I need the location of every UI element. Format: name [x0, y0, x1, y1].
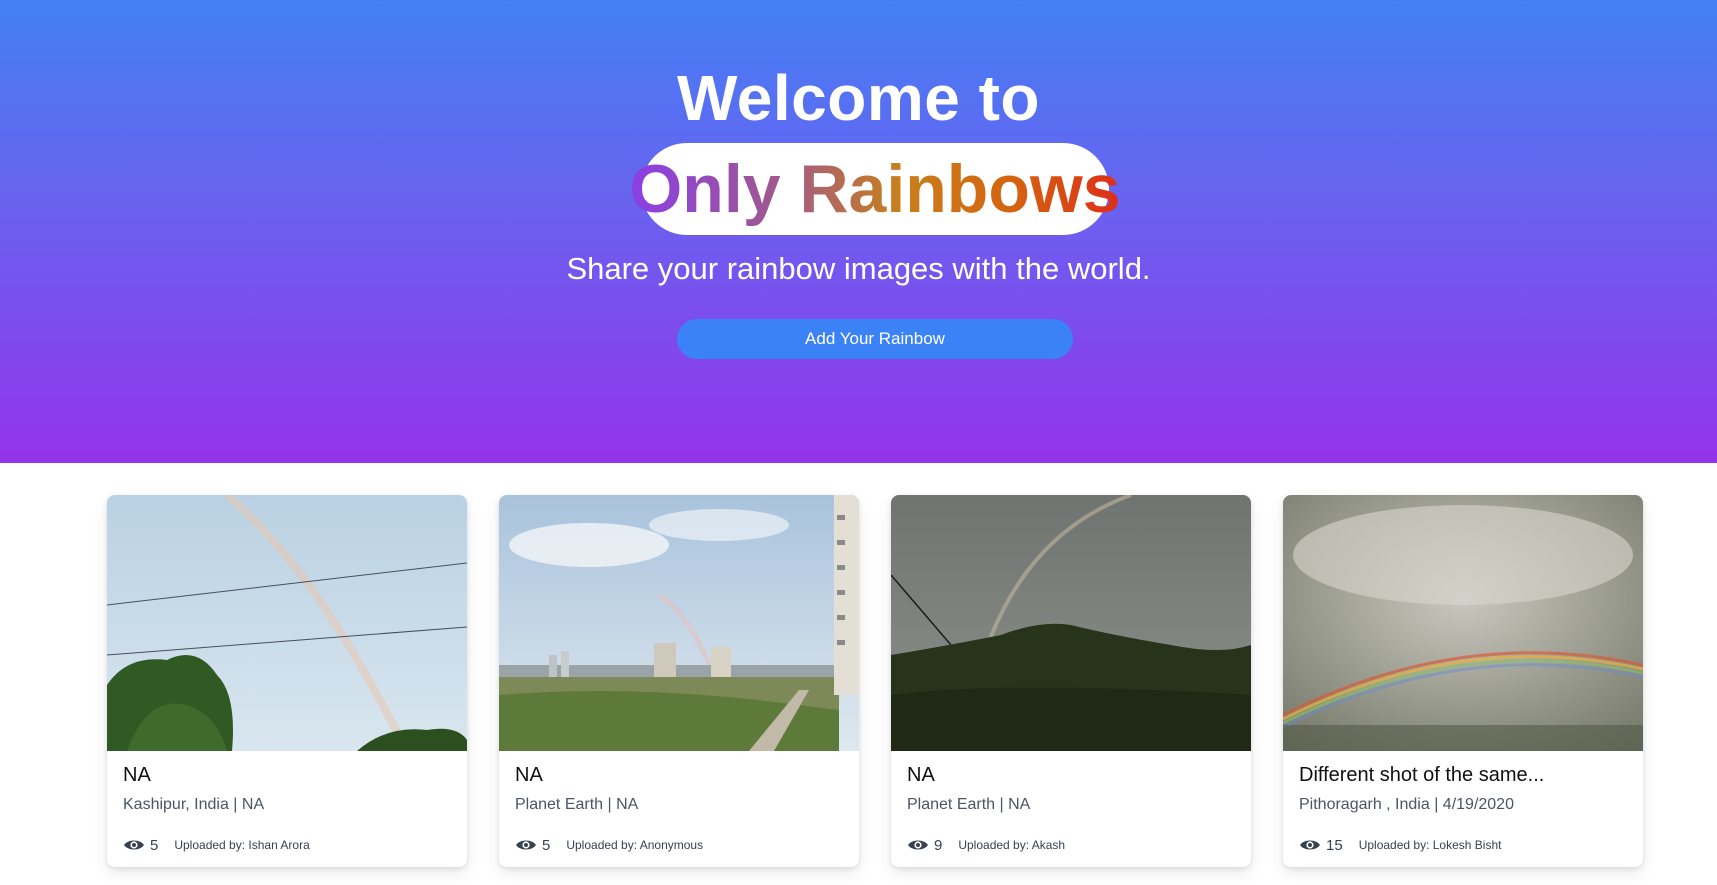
card-location-date: Kashipur, India | NA: [123, 796, 265, 813]
card-title: Different shot of the same...: [1299, 764, 1545, 786]
rainbow-photo[interactable]: [499, 495, 859, 751]
brand-name: Only Rainbows: [629, 151, 1121, 227]
uploader-label: Uploaded by: Ishan Arora: [174, 838, 310, 852]
add-rainbow-button[interactable]: Add Your Rainbow: [677, 319, 1073, 359]
rainbow-photo[interactable]: [891, 495, 1251, 751]
view-count: 15: [1326, 836, 1343, 854]
rainbow-card[interactable]: NA Planet Earth | NA 5 Uploaded by: Anon…: [499, 495, 859, 867]
card-title: NA: [907, 764, 935, 786]
card-location-date: Planet Earth | NA: [907, 796, 1031, 813]
eye-icon: [1300, 840, 1320, 850]
card-footer: 5 Uploaded by: Ishan Arora: [123, 833, 310, 857]
rainbow-card[interactable]: Different shot of the same... Pithoragar…: [1283, 495, 1643, 867]
card-location-date: Pithoragarh , India | 4/19/2020: [1299, 796, 1514, 813]
view-count: 5: [542, 836, 551, 854]
card-location-date: Planet Earth | NA: [515, 796, 639, 813]
hero-banner: Welcome to Only Rainbows Share your rain…: [0, 0, 1717, 463]
rainbow-photo[interactable]: [107, 495, 467, 751]
hero-subtitle: Share your rainbow images with the world…: [566, 251, 1151, 286]
view-count: 9: [934, 836, 943, 854]
rainbow-photo[interactable]: [1283, 495, 1643, 751]
card-footer: 5 Uploaded by: Anonymous: [515, 833, 703, 857]
card-title: NA: [515, 764, 543, 786]
uploader-label: Uploaded by: Lokesh Bisht: [1358, 838, 1502, 852]
rainbow-card[interactable]: NA Kashipur, India | NA 5 Uploaded by: I…: [107, 495, 467, 867]
uploader-label: Uploaded by: Akash: [958, 838, 1066, 852]
card-footer: 15 Uploaded by: Lokesh Bisht: [1299, 833, 1501, 857]
card-footer: 9 Uploaded by: Akash: [907, 833, 1065, 857]
uploader-label: Uploaded by: Anonymous: [566, 838, 704, 852]
brand-pill: Only Rainbows: [629, 143, 1121, 235]
rainbow-card[interactable]: NA Planet Earth | NA 9 Uploaded by: Akas…: [891, 495, 1251, 867]
eye-icon: [908, 840, 928, 850]
hero-title: Welcome to: [677, 62, 1040, 134]
card-title: NA: [123, 764, 151, 786]
view-count: 5: [150, 836, 159, 854]
eye-icon: [124, 840, 144, 850]
eye-icon: [516, 840, 536, 850]
